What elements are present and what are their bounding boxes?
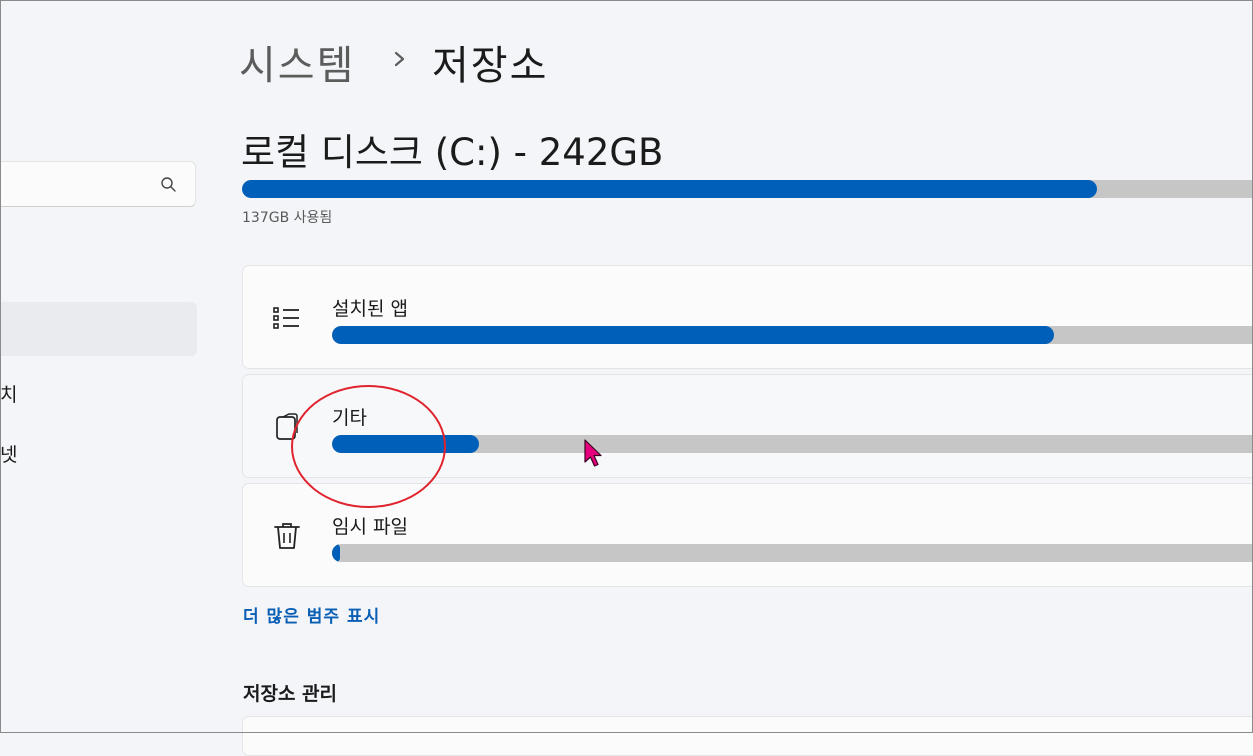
page-title: 저장소: [432, 43, 549, 89]
show-more-categories-link[interactable]: 더 많은 범주 표시: [243, 602, 380, 627]
category-usage-fill: [332, 544, 340, 562]
sidebar-item-partial-2[interactable]: 넷: [0, 440, 17, 467]
sidebar-item-selected[interactable]: [0, 302, 197, 356]
category-installed-apps[interactable]: 설치된 앱: [242, 265, 1253, 369]
category-usage-bar: [332, 435, 1253, 453]
disk-usage-bar: [242, 180, 1253, 198]
storage-management-heading: 저장소 관리: [243, 683, 338, 705]
disk-title: 로컬 디스크 (C:) - 242GB: [241, 131, 664, 174]
search-icon: [161, 177, 176, 192]
mouse-cursor-icon: [584, 439, 602, 467]
sidebar-item-partial-1[interactable]: 치: [0, 380, 17, 407]
disk-usage-fill: [242, 180, 1097, 198]
trash-icon: [274, 523, 300, 549]
list-icon: [273, 307, 299, 329]
annotation-circle: [291, 385, 446, 508]
storage-management-card[interactable]: [242, 716, 1253, 756]
category-usage-fill: [332, 326, 1054, 344]
category-label: 임시 파일: [332, 516, 408, 538]
search-input[interactable]: [0, 161, 196, 207]
category-usage-bar: [332, 544, 1253, 562]
category-usage-bar: [332, 326, 1253, 344]
category-label: 설치된 앱: [332, 298, 408, 320]
disk-used-label: 137GB 사용됨: [242, 210, 333, 226]
breadcrumb-parent[interactable]: 시스템: [239, 33, 355, 91]
chevron-right-icon: [394, 51, 405, 67]
